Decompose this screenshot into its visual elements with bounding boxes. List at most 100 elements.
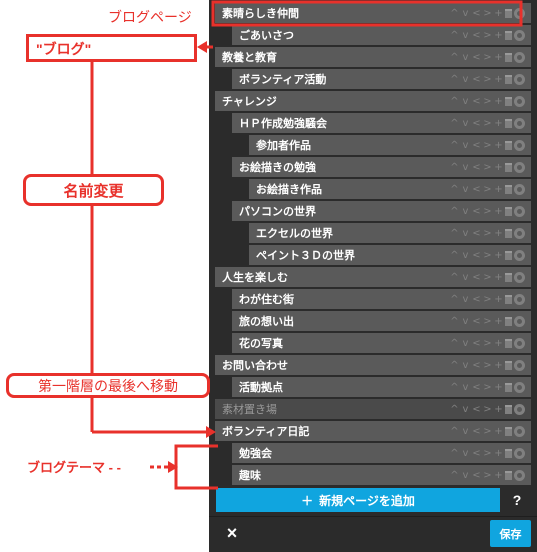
trash-icon[interactable] bbox=[505, 316, 512, 326]
eye-icon[interactable] bbox=[514, 29, 525, 41]
plus-icon[interactable]: + bbox=[494, 316, 503, 327]
eye-icon[interactable] bbox=[514, 73, 525, 85]
page-row[interactable]: ボランティア活動 ^ v < > + bbox=[232, 69, 531, 89]
chevron-right-icon[interactable]: > bbox=[483, 250, 492, 261]
chevron-right-icon[interactable]: > bbox=[483, 118, 492, 129]
page-row[interactable]: エクセルの世界 ^ v < > + bbox=[249, 223, 531, 243]
chevron-up-icon[interactable]: ^ bbox=[450, 74, 459, 85]
chevron-down-icon[interactable]: v bbox=[461, 316, 470, 327]
page-row[interactable]: 活動拠点 ^ v < > + bbox=[232, 377, 531, 397]
chevron-down-icon[interactable]: v bbox=[461, 184, 470, 195]
trash-icon[interactable] bbox=[505, 118, 512, 128]
eye-icon[interactable] bbox=[514, 51, 525, 63]
chevron-up-icon[interactable]: ^ bbox=[450, 426, 459, 437]
chevron-up-icon[interactable]: ^ bbox=[450, 30, 459, 41]
chevron-right-icon[interactable]: > bbox=[483, 404, 492, 415]
eye-icon[interactable] bbox=[514, 95, 525, 107]
chevron-left-icon[interactable]: < bbox=[472, 404, 481, 415]
chevron-down-icon[interactable]: v bbox=[461, 74, 470, 85]
eye-icon[interactable] bbox=[514, 249, 525, 261]
chevron-up-icon[interactable]: ^ bbox=[450, 382, 459, 393]
chevron-down-icon[interactable]: v bbox=[461, 382, 470, 393]
page-row[interactable]: ペイント３Ｄの世界 ^ v < > + bbox=[249, 245, 531, 265]
chevron-up-icon[interactable]: ^ bbox=[450, 96, 459, 107]
chevron-down-icon[interactable]: v bbox=[461, 118, 470, 129]
trash-icon[interactable] bbox=[505, 96, 512, 106]
trash-icon[interactable] bbox=[505, 294, 512, 304]
plus-icon[interactable]: + bbox=[494, 162, 503, 173]
chevron-left-icon[interactable]: < bbox=[472, 96, 481, 107]
chevron-up-icon[interactable]: ^ bbox=[450, 338, 459, 349]
plus-icon[interactable]: + bbox=[494, 382, 503, 393]
chevron-left-icon[interactable]: < bbox=[472, 228, 481, 239]
trash-icon[interactable] bbox=[505, 338, 512, 348]
chevron-down-icon[interactable]: v bbox=[461, 30, 470, 41]
chevron-down-icon[interactable]: v bbox=[461, 206, 470, 217]
plus-icon[interactable]: + bbox=[494, 228, 503, 239]
chevron-up-icon[interactable]: ^ bbox=[450, 228, 459, 239]
chevron-down-icon[interactable]: v bbox=[461, 250, 470, 261]
save-button[interactable]: 保存 bbox=[490, 520, 531, 547]
chevron-left-icon[interactable]: < bbox=[472, 118, 481, 129]
chevron-right-icon[interactable]: > bbox=[483, 8, 492, 19]
plus-icon[interactable]: + bbox=[494, 74, 503, 85]
eye-icon[interactable] bbox=[514, 227, 525, 239]
chevron-up-icon[interactable]: ^ bbox=[450, 162, 459, 173]
plus-icon[interactable]: + bbox=[494, 118, 503, 129]
chevron-down-icon[interactable]: v bbox=[461, 338, 470, 349]
chevron-right-icon[interactable]: > bbox=[483, 140, 492, 151]
eye-icon[interactable] bbox=[514, 205, 525, 217]
trash-icon[interactable] bbox=[505, 360, 512, 370]
plus-icon[interactable]: + bbox=[494, 470, 503, 481]
plus-icon[interactable]: + bbox=[494, 338, 503, 349]
close-button[interactable]: × bbox=[222, 521, 242, 545]
page-row[interactable]: 人生を楽しむ ^ v < > + bbox=[215, 267, 531, 287]
chevron-up-icon[interactable]: ^ bbox=[450, 52, 459, 63]
trash-icon[interactable] bbox=[505, 206, 512, 216]
chevron-right-icon[interactable]: > bbox=[483, 162, 492, 173]
chevron-down-icon[interactable]: v bbox=[461, 426, 470, 437]
trash-icon[interactable] bbox=[505, 426, 512, 436]
chevron-down-icon[interactable]: v bbox=[461, 470, 470, 481]
chevron-down-icon[interactable]: v bbox=[461, 404, 470, 415]
chevron-left-icon[interactable]: < bbox=[472, 426, 481, 437]
page-row[interactable]: 旅の想い出 ^ v < > + bbox=[232, 311, 531, 331]
trash-icon[interactable] bbox=[505, 382, 512, 392]
page-row[interactable]: ボランティア日記 ^ v < > + bbox=[215, 421, 531, 441]
trash-icon[interactable] bbox=[505, 52, 512, 62]
chevron-right-icon[interactable]: > bbox=[483, 338, 492, 349]
page-row[interactable]: パソコンの世界 ^ v < > + bbox=[232, 201, 531, 221]
eye-icon[interactable] bbox=[514, 293, 525, 305]
chevron-left-icon[interactable]: < bbox=[472, 470, 481, 481]
chevron-down-icon[interactable]: v bbox=[461, 360, 470, 371]
chevron-up-icon[interactable]: ^ bbox=[450, 140, 459, 151]
page-row[interactable]: 素晴らしき仲間 ^ v < > + bbox=[215, 3, 531, 23]
chevron-left-icon[interactable]: < bbox=[472, 316, 481, 327]
plus-icon[interactable]: + bbox=[494, 184, 503, 195]
plus-icon[interactable]: + bbox=[494, 272, 503, 283]
chevron-up-icon[interactable]: ^ bbox=[450, 448, 459, 459]
chevron-right-icon[interactable]: > bbox=[483, 184, 492, 195]
page-row[interactable]: 趣味 ^ v < > + bbox=[232, 465, 531, 485]
chevron-up-icon[interactable]: ^ bbox=[450, 404, 459, 415]
chevron-up-icon[interactable]: ^ bbox=[450, 316, 459, 327]
trash-icon[interactable] bbox=[505, 448, 512, 458]
chevron-left-icon[interactable]: < bbox=[472, 162, 481, 173]
eye-icon[interactable] bbox=[514, 425, 525, 437]
chevron-up-icon[interactable]: ^ bbox=[450, 206, 459, 217]
page-row[interactable]: ごあいさつ ^ v < > + bbox=[232, 25, 531, 45]
chevron-right-icon[interactable]: > bbox=[483, 52, 492, 63]
chevron-down-icon[interactable]: v bbox=[461, 228, 470, 239]
page-row[interactable]: チャレンジ ^ v < > + bbox=[215, 91, 531, 111]
eye-icon[interactable] bbox=[514, 7, 525, 19]
trash-icon[interactable] bbox=[505, 140, 512, 150]
plus-icon[interactable]: + bbox=[494, 140, 503, 151]
trash-icon[interactable] bbox=[505, 74, 512, 84]
chevron-right-icon[interactable]: > bbox=[483, 228, 492, 239]
chevron-right-icon[interactable]: > bbox=[483, 470, 492, 481]
chevron-up-icon[interactable]: ^ bbox=[450, 8, 459, 19]
trash-icon[interactable] bbox=[505, 162, 512, 172]
chevron-right-icon[interactable]: > bbox=[483, 448, 492, 459]
chevron-right-icon[interactable]: > bbox=[483, 30, 492, 41]
eye-icon[interactable] bbox=[514, 447, 525, 459]
